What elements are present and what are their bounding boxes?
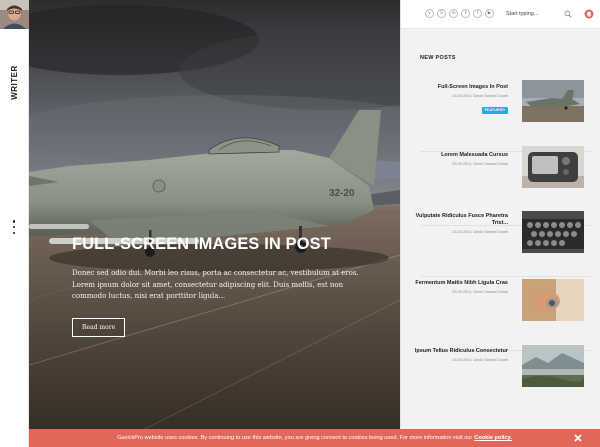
left-sidebar: WRITER [0, 0, 29, 447]
close-icon[interactable] [573, 433, 583, 443]
featured-badge: FEATURED [481, 106, 508, 114]
post-thumbnail[interactable] [522, 279, 584, 321]
post-thumbnail[interactable] [522, 80, 584, 122]
vimeo-icon[interactable]: v [425, 9, 434, 18]
post-meta: 23.05.2014, Devin Samuel Dwart [452, 230, 508, 234]
post-meta: 23.05.2014, Devin Samuel Dwart [452, 162, 508, 166]
hero-excerpt: Donec sed odio dui. Morbi leo risus, por… [72, 269, 359, 300]
post-meta: 23.05.2014, Devin Samuel Dwart [452, 290, 508, 294]
menu-dot-icon [12, 225, 16, 229]
post-title[interactable]: Lorem Malesuada Cursus [411, 152, 508, 159]
facebook-icon[interactable]: f [473, 9, 482, 18]
search-input[interactable] [506, 8, 558, 20]
post-thumbnail[interactable] [522, 345, 584, 387]
hero-title[interactable]: FULL-SCREEN IMAGES IN POST [72, 234, 352, 254]
post-title[interactable]: Vulputate Ridiculus Fusce Pharetra Trist… [411, 213, 508, 227]
svg-text:32-20: 32-20 [329, 188, 355, 199]
linkedin-icon[interactable]: in [449, 9, 458, 18]
post-thumbnail[interactable] [522, 146, 584, 188]
list-item[interactable]: Fermentum Mattis Nibh Ligula Cras 23.05.… [401, 277, 600, 351]
hero-content: FULL-SCREEN IMAGES IN POST Donec sed odi… [72, 234, 364, 337]
post-text: Fermentum Mattis Nibh Ligula Cras 23.05.… [411, 280, 508, 294]
post-title[interactable]: Fermentum Mattis Nibh Ligula Cras [411, 280, 508, 287]
right-panel: v S in t f ▶ NEW POSTS Full-Screen Image… [400, 0, 600, 447]
menu-dot-icon [12, 220, 16, 223]
menu-dot-icon [12, 231, 16, 234]
cookie-text: GavickPro website uses cookies. By conti… [117, 435, 473, 441]
post-title[interactable]: Ipsum Tellus Ridiculus Consectetur [411, 348, 508, 355]
read-more-button[interactable]: Read more [72, 317, 126, 337]
notification-icon[interactable] [584, 9, 594, 19]
post-text: Lorem Malesuada Cursus 23.05.2014, Devin… [411, 152, 508, 166]
hero-featured-post: 32-20 FULL-SCREEN IMAGES IN POST Donec s… [29, 0, 400, 447]
skype-icon[interactable]: S [437, 9, 446, 18]
post-thumbnail[interactable] [522, 211, 584, 253]
cookie-policy-link[interactable]: Cookie policy. [474, 435, 512, 441]
social-links: v S in t f ▶ [425, 9, 494, 18]
cookie-banner: GavickPro website uses cookies. By conti… [29, 429, 600, 447]
avatar[interactable] [0, 0, 29, 29]
brand-logo[interactable]: WRITER [3, 62, 25, 102]
top-bar: v S in t f ▶ [401, 0, 600, 29]
list-item[interactable]: Vulputate Ridiculus Fusce Pharetra Trist… [401, 203, 600, 277]
list-item[interactable]: Full-Screen Images In Post 23.05.2014, D… [401, 78, 600, 152]
post-meta: 23.05.2014, Devin Samuel Dwart [452, 358, 508, 362]
twitter-icon[interactable]: t [461, 9, 470, 18]
new-posts-title: NEW POSTS [420, 55, 456, 61]
menu-toggle-button[interactable] [8, 220, 20, 234]
post-text: Vulputate Ridiculus Fusce Pharetra Trist… [411, 213, 508, 234]
post-text: Ipsum Tellus Ridiculus Consectetur 23.05… [411, 348, 508, 362]
post-text: Full-Screen Images In Post 23.05.2014, D… [411, 84, 508, 116]
hero-image: 32-20 [29, 0, 400, 447]
youtube-icon[interactable]: ▶ [485, 9, 494, 18]
list-item[interactable]: Ipsum Tellus Ridiculus Consectetur 23.05… [401, 345, 600, 425]
post-meta: 23.05.2014, Devin Samuel Dwart [452, 94, 508, 98]
post-title[interactable]: Full-Screen Images In Post [411, 84, 508, 91]
search-icon[interactable] [564, 10, 572, 18]
brand-label: WRITER [9, 64, 19, 100]
